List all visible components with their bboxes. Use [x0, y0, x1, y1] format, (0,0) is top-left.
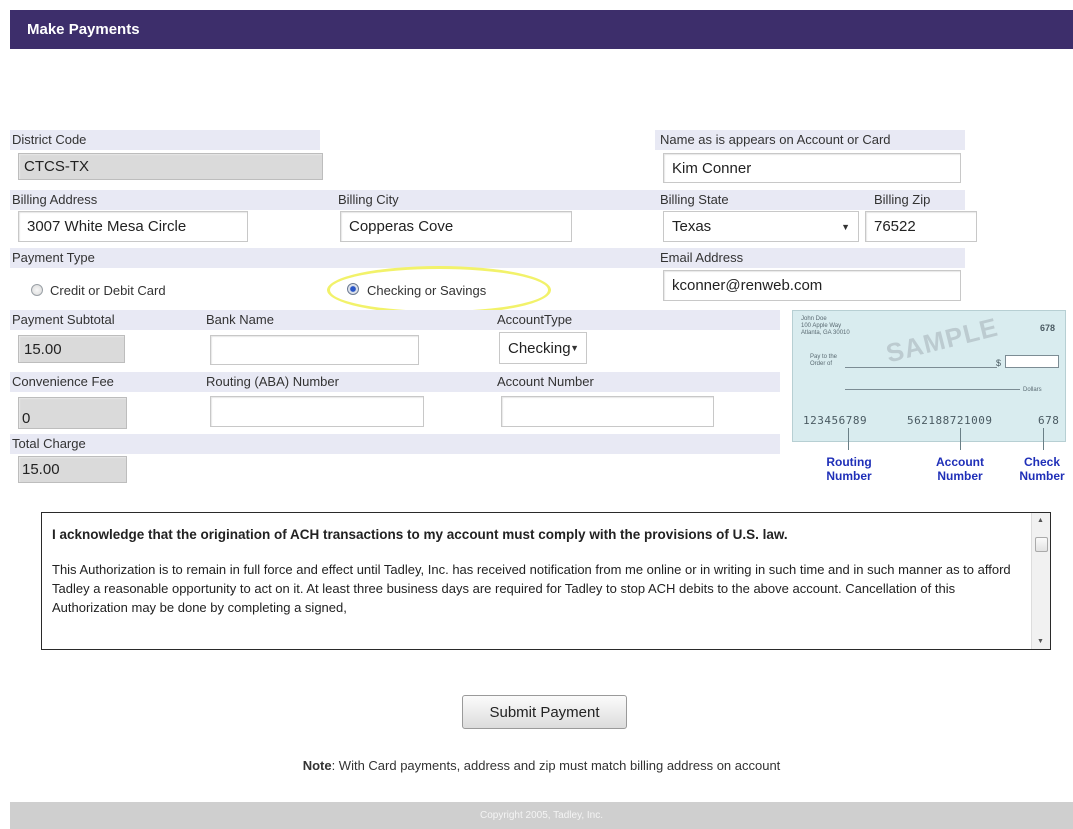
check-number-top: 678 — [1039, 323, 1055, 333]
routing-number-field[interactable] — [210, 396, 424, 427]
routing-legend-line2: Number — [826, 469, 872, 483]
check-payee-line — [845, 367, 997, 368]
dropdown-arrow-icon: ▼ — [841, 221, 850, 232]
page-title: Make Payments — [27, 21, 140, 38]
district-code-label: District Code — [12, 132, 87, 147]
account-number-legend: Account Number — [925, 455, 995, 483]
dropdown-arrow-icon: ▼ — [570, 343, 579, 353]
check-dollars-text: Dollars — [1023, 387, 1042, 393]
sample-check-image: John Doe 100 Apple Way Atlanta, GA 30010… — [792, 310, 1066, 442]
page-header: Make Payments — [10, 10, 1073, 49]
label-row — [10, 434, 780, 454]
check-amount-box — [1005, 355, 1059, 368]
routing-pointer-line — [848, 428, 849, 450]
check-order-of-text: Order of — [810, 361, 833, 367]
scroll-up-icon[interactable]: ▲ — [1037, 517, 1044, 524]
routing-legend-line1: Routing — [826, 455, 872, 469]
check-payer-name: John Doe — [801, 316, 827, 322]
page-footer: Copyright 2005, Tadley, Inc. — [10, 802, 1073, 829]
billing-zip-label: Billing Zip — [874, 192, 931, 207]
checking-savings-radio[interactable] — [347, 283, 359, 295]
billing-zip-field[interactable] — [865, 211, 977, 242]
credit-card-radio-label[interactable]: Credit or Debit Card — [50, 283, 166, 299]
check-pay-to-text: Pay to the — [810, 354, 838, 360]
total-charge-field[interactable] — [18, 456, 127, 483]
check-number-legend: Check Number — [1012, 455, 1072, 483]
payment-subtotal-field[interactable] — [18, 335, 125, 363]
check-payer-street: 100 Apple Way — [801, 323, 842, 329]
check-check-digits: 678 — [1038, 414, 1060, 427]
payment-subtotal-label: Payment Subtotal — [12, 312, 115, 327]
check-dollar-sign: $ — [996, 358, 1002, 368]
name-on-account-label: Name as is appears on Account or Card — [660, 132, 891, 147]
account-legend-line2: Number — [937, 469, 983, 483]
check-legend-line2: Number — [1019, 469, 1065, 483]
district-code-field[interactable] — [18, 153, 323, 180]
billing-address-field[interactable] — [18, 211, 248, 242]
agreement-heading: I acknowledge that the origination of AC… — [52, 527, 788, 542]
scroll-thumb[interactable] — [1035, 537, 1048, 552]
agreement-body: This Authorization is to remain in full … — [52, 562, 1011, 615]
account-number-field[interactable] — [501, 396, 714, 427]
routing-number-label: Routing (ABA) Number — [206, 374, 339, 389]
total-charge-label: Total Charge — [12, 436, 86, 451]
account-pointer-line — [960, 428, 961, 450]
submit-payment-button[interactable]: Submit Payment — [462, 695, 627, 729]
account-type-value: Checking — [508, 339, 571, 357]
billing-state-value: Texas — [672, 218, 712, 235]
account-number-label: Account Number — [497, 374, 594, 389]
bank-name-label: Bank Name — [206, 312, 274, 327]
check-account-digits: 562188721009 — [907, 414, 993, 427]
convenience-fee-label: Convenience Fee — [12, 374, 114, 389]
account-type-label: AccountType — [497, 312, 573, 327]
check-pointer-line — [1043, 428, 1044, 450]
scroll-down-icon[interactable]: ▼ — [1037, 638, 1044, 645]
routing-number-legend: Routing Number — [814, 455, 884, 483]
billing-state-label: Billing State — [660, 192, 729, 207]
billing-city-field[interactable] — [340, 211, 572, 242]
ach-agreement-textarea[interactable]: I acknowledge that the origination of AC… — [41, 512, 1051, 650]
payment-type-label: Payment Type — [12, 250, 95, 265]
check-watermark: SAMPLE — [882, 311, 1002, 369]
check-payer-city: Atlanta, GA 30010 — [801, 330, 850, 336]
checking-savings-radio-label[interactable]: Checking or Savings — [367, 283, 486, 299]
convenience-fee-field[interactable] — [18, 397, 127, 429]
email-address-field[interactable] — [663, 270, 961, 301]
agreement-scrollbar[interactable]: ▲ ▼ — [1031, 513, 1050, 649]
note-prefix: Note — [302, 758, 332, 773]
check-amount-line — [845, 389, 1020, 390]
agreement-content: I acknowledge that the origination of AC… — [52, 525, 1022, 633]
label-row — [10, 372, 780, 392]
payment-note: Note: With Card payments, address and zi… — [0, 758, 1073, 773]
name-on-account-field[interactable] — [663, 153, 961, 183]
billing-city-label: Billing City — [338, 192, 399, 207]
billing-address-label: Billing Address — [12, 192, 98, 207]
billing-state-select[interactable]: Texas ▼ — [663, 211, 859, 242]
email-address-label: Email Address — [660, 250, 744, 265]
account-type-select[interactable]: Checking ▼ — [499, 332, 587, 364]
label-row — [10, 310, 780, 330]
copyright-text: Copyright 2005, Tadley, Inc. — [479, 810, 604, 821]
note-text: : With Card payments, address and zip mu… — [331, 758, 781, 773]
credit-card-radio[interactable] — [31, 284, 43, 296]
account-legend-line1: Account — [936, 455, 984, 469]
check-routing-digits: 123456789 — [803, 414, 868, 427]
bank-name-field[interactable] — [210, 335, 419, 365]
check-legend-line1: Check — [1023, 455, 1061, 469]
